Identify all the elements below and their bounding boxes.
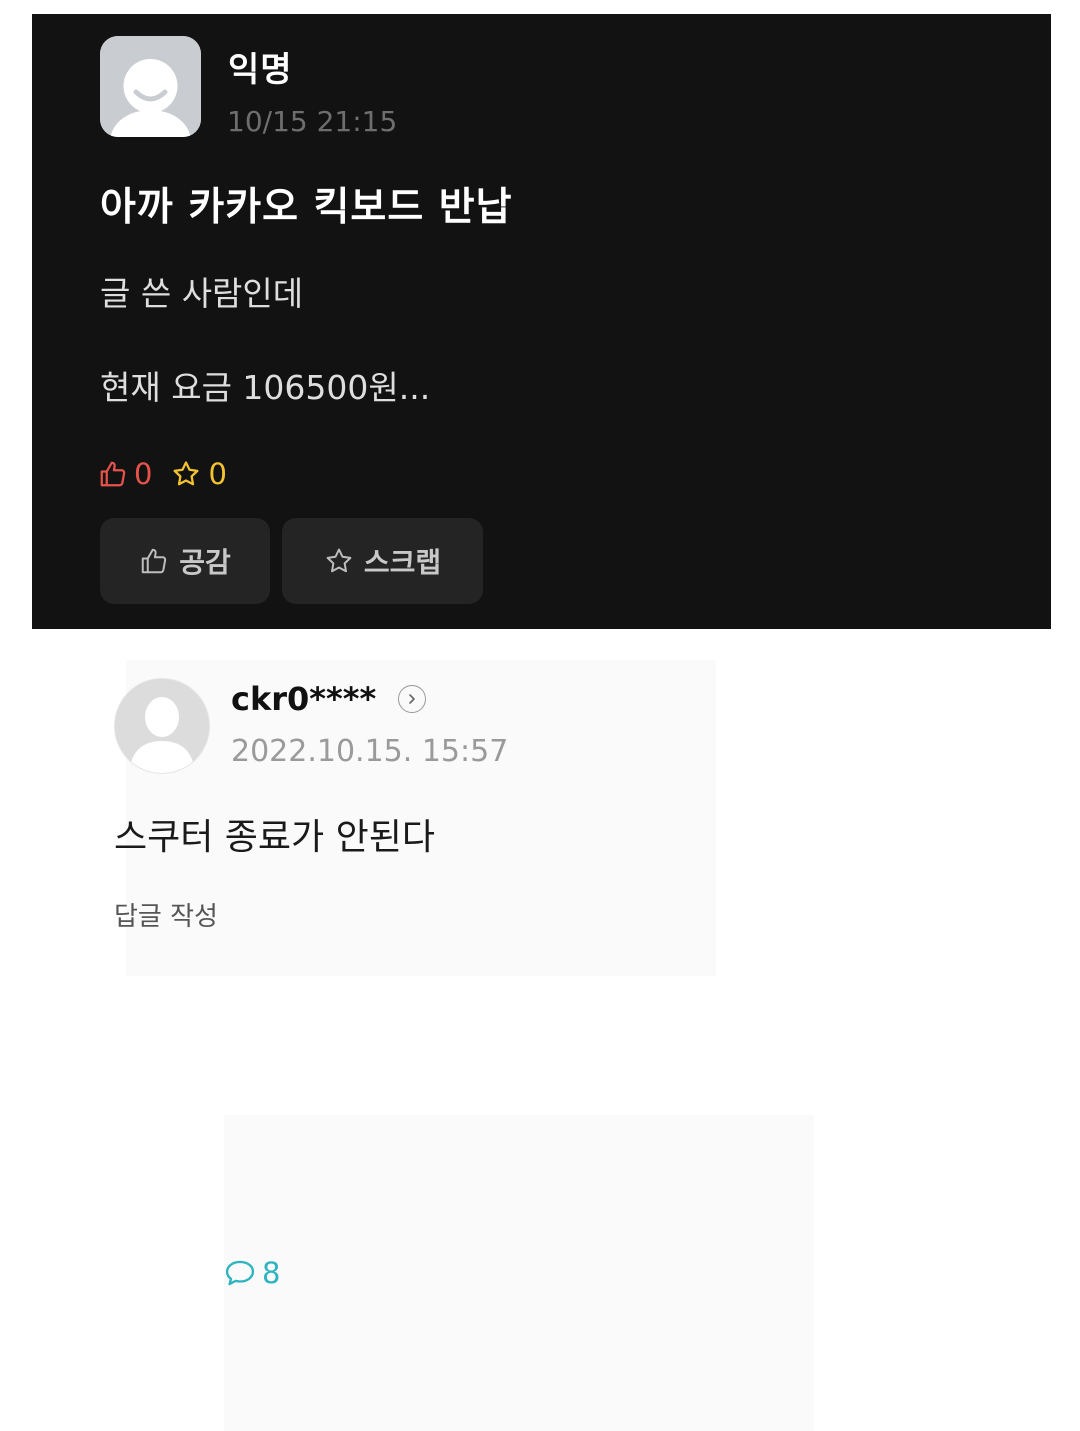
like-button-label: 공감 [179, 546, 231, 579]
reply-button[interactable]: 답글 작성 [114, 896, 218, 933]
comment-text: 스쿠터 종료가 안된다 [114, 817, 435, 858]
profile-chevron-button[interactable] [398, 685, 427, 713]
post-title: 아까 카카오 킥보드 반납 [100, 185, 513, 230]
like-button[interactable]: 공감 [100, 518, 270, 604]
like-count-value: 0 [134, 457, 153, 491]
chevron-right-icon [409, 694, 416, 704]
scrap-count-value: 0 [208, 457, 227, 491]
scrap-count: 0 [170, 457, 227, 491]
star-icon [173, 461, 199, 486]
post-time: 10/15 21:15 [227, 105, 398, 138]
commenter-name[interactable]: ckr0**** [231, 680, 427, 718]
comment-item: ckr0**** 2022.10.15. 15:57 스쿠터 종료가 안된다 답… [114, 660, 716, 976]
star-icon [326, 548, 352, 573]
thumbs-up-icon [100, 461, 126, 487]
default-avatar-icon [100, 36, 201, 137]
post-stats: 0 8 0 [98, 455, 814, 1431]
default-avatar-icon [115, 679, 209, 773]
commenter-name-text: ckr0**** [231, 680, 377, 718]
post-author: 익명 [228, 50, 293, 90]
post-card: 익명 10/15 21:15 아까 카카오 킥보드 반납 글 쓴 사람인데 현재… [32, 14, 1051, 1431]
speech-bubble-icon [225, 1260, 255, 1286]
thumbs-up-icon [141, 548, 167, 574]
comment-count-value: 8 [262, 1256, 281, 1290]
author-avatar[interactable] [100, 36, 201, 137]
like-count: 0 [98, 457, 152, 491]
commenter-avatar[interactable] [114, 678, 210, 774]
post-body-line: 현재 요금 106500원... [100, 368, 431, 407]
scrap-button[interactable]: 스크랩 [282, 518, 483, 604]
comment-date: 2022.10.15. 15:57 [231, 734, 509, 769]
comment-count: 8 [224, 1115, 814, 1431]
post-body-line: 글 쓴 사람인데 [100, 274, 304, 313]
scrap-button-label: 스크랩 [363, 546, 442, 579]
